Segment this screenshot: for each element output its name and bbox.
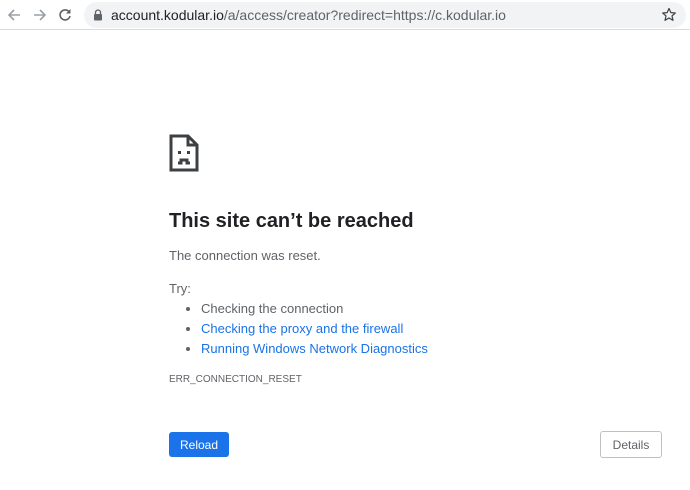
forward-button[interactable] <box>30 5 50 25</box>
sad-document-icon <box>169 134 199 172</box>
lock-icon <box>94 9 102 21</box>
error-title: This site can’t be reached <box>169 210 414 232</box>
browser-toolbar: account.kodular.io/a/access/creator?redi… <box>0 0 690 30</box>
suggestion-check-connection: Checking the connection <box>201 299 428 319</box>
suggestion-label: Checking the connection <box>201 301 344 316</box>
suggestion-check-proxy-link[interactable]: Checking the proxy and the firewall <box>201 319 428 339</box>
arrow-left-icon <box>7 9 20 21</box>
star-icon[interactable] <box>661 7 677 23</box>
reload-page-button[interactable] <box>55 5 75 25</box>
reload-icon <box>59 9 71 21</box>
suggestion-list: Checking the connection Checking the pro… <box>169 299 428 359</box>
suggestion-label[interactable]: Checking the proxy and the firewall <box>201 321 403 336</box>
url-text: account.kodular.io/a/access/creator?redi… <box>111 7 506 23</box>
address-bar[interactable]: account.kodular.io/a/access/creator?redi… <box>84 2 686 28</box>
suggestion-label[interactable]: Running Windows Network Diagnostics <box>201 341 428 356</box>
details-button[interactable]: Details <box>600 431 662 458</box>
back-button[interactable] <box>4 5 24 25</box>
suggestion-network-diagnostics-link[interactable]: Running Windows Network Diagnostics <box>201 339 428 359</box>
arrow-right-icon <box>34 9 47 21</box>
try-label: Try: <box>169 281 191 296</box>
url-host: account.kodular.io <box>111 7 224 23</box>
url-path: /a/access/creator?redirect=https://c.kod… <box>223 7 506 23</box>
error-message: The connection was reset. <box>169 248 321 263</box>
error-code: ERR_CONNECTION_RESET <box>169 374 302 385</box>
reload-button[interactable]: Reload <box>169 432 229 457</box>
